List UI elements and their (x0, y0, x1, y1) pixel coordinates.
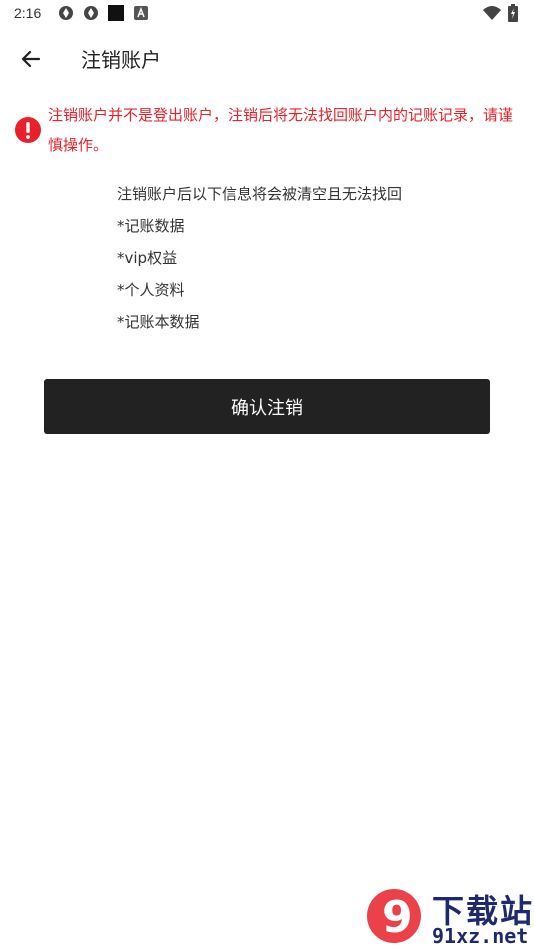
status-bar: 2:16 (0, 0, 534, 28)
list-item: *个人资料 (117, 281, 185, 299)
watermark-logo-text: 9 (382, 892, 413, 943)
battery-charging-icon (508, 4, 518, 22)
info-list: 注销账户后以下信息将会被清空且无法找回 *记账数据 *vip权益 *个人资料 *… (117, 178, 497, 338)
list-item: *记账数据 (117, 217, 185, 235)
warning-text: 注销账户并不是登出账户，注销后将无法找回账户内的记账记录，请谨慎操作。 (48, 106, 514, 154)
warning-message: 注销账户并不是登出账户，注销后将无法找回账户内的记账记录，请谨慎操作。 (14, 100, 520, 164)
list-item: *记账本数据 (117, 313, 200, 331)
status-time: 2:16 (14, 5, 42, 21)
aperture-icon (59, 6, 73, 20)
wifi-icon (483, 6, 501, 20)
page-title: 注销账户 (81, 48, 161, 72)
aperture-icon (84, 6, 98, 20)
letter-a-icon (134, 6, 148, 20)
exclamation-circle-icon (15, 117, 41, 143)
list-item: *vip权益 (117, 249, 178, 267)
watermark: 9 下载站 91xz.net (360, 884, 532, 948)
watermark-logo-icon: 9 (367, 889, 421, 943)
square-icon (108, 5, 124, 21)
confirm-deactivate-button[interactable]: 确认注销 (44, 379, 490, 434)
app-bar: 注销账户 (0, 30, 534, 86)
info-heading: 注销账户后以下信息将会被清空且无法找回 (117, 185, 403, 203)
arrow-left-icon (21, 50, 41, 68)
back-button[interactable] (14, 42, 48, 76)
watermark-domain: 91xz.net (432, 924, 529, 948)
